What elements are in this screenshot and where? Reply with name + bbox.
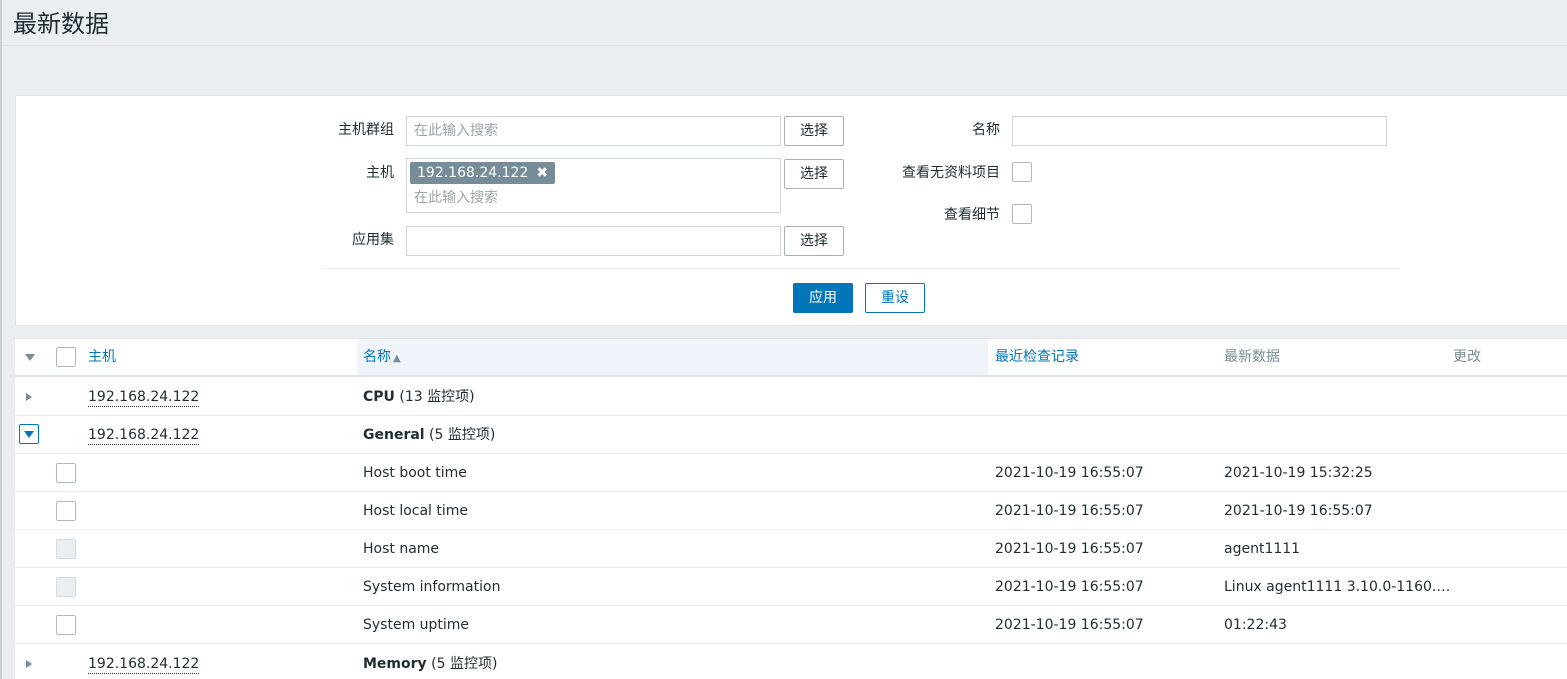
filter-panel: 主机群组 选择 主机 192.168.24.122 ✖ 在此输入搜索 选择 应用… bbox=[15, 95, 1567, 326]
item-last-value: 01:22:43 bbox=[1224, 617, 1287, 633]
item-name: Host local time bbox=[363, 503, 469, 519]
table-row-item: Host name 2021-10-19 16:55:07 agent1111 bbox=[15, 530, 1567, 568]
host-group-input[interactable] bbox=[406, 116, 781, 146]
reset-button[interactable]: 重设 bbox=[865, 283, 925, 313]
item-name: Host name bbox=[363, 541, 440, 557]
item-checkbox[interactable] bbox=[56, 463, 76, 483]
header-name[interactable]: 名称 ▲ bbox=[363, 347, 401, 369]
header-name-label: 名称 bbox=[363, 349, 391, 365]
expand-icon[interactable] bbox=[26, 660, 32, 668]
item-name: Host boot time bbox=[363, 465, 467, 481]
host-chip-label: 192.168.24.122 bbox=[417, 165, 529, 181]
item-checkbox-disabled bbox=[56, 577, 76, 597]
collapse-icon[interactable] bbox=[19, 424, 39, 444]
header-last-value: 最新数据 bbox=[1224, 349, 1280, 365]
show-details-checkbox[interactable] bbox=[1012, 204, 1032, 224]
application-name: General bbox=[363, 427, 425, 443]
header-change: 更改 bbox=[1453, 349, 1481, 365]
item-last-value: 2021-10-19 16:55:07 bbox=[1224, 503, 1373, 519]
application-count: (5 监控项) bbox=[424, 427, 496, 443]
application-select-button[interactable]: 选择 bbox=[784, 226, 844, 256]
row-application: Memory (5 监控项) bbox=[363, 645, 497, 679]
row-host-link[interactable]: 192.168.24.122 bbox=[88, 388, 200, 407]
item-last-check: 2021-10-19 16:55:07 bbox=[995, 579, 1144, 595]
host-label: 主机 bbox=[366, 165, 394, 181]
item-last-value: agent1111 bbox=[1224, 541, 1301, 557]
sorted-column-highlight bbox=[357, 339, 988, 375]
item-name: System information bbox=[363, 579, 501, 595]
host-group-label: 主机群组 bbox=[338, 122, 394, 138]
application-label: 应用集 bbox=[352, 232, 394, 248]
table-row-group-memory: 192.168.24.122 Memory (5 监控项) bbox=[15, 645, 1567, 679]
host-group-select-button[interactable]: 选择 bbox=[784, 116, 844, 146]
show-without-data-checkbox[interactable] bbox=[1012, 162, 1032, 182]
item-last-value: 2021-10-19 15:32:25 bbox=[1224, 465, 1373, 481]
table-row-item: Host boot time 2021-10-19 16:55:07 2021-… bbox=[15, 454, 1567, 492]
table-header: 主机 名称 ▲ 最近检查记录 最新数据 更改 bbox=[15, 339, 1567, 377]
table-row-item: Host local time 2021-10-19 16:55:07 2021… bbox=[15, 492, 1567, 530]
apply-button[interactable]: 应用 bbox=[793, 283, 853, 313]
name-input[interactable] bbox=[1012, 116, 1387, 146]
host-select-button[interactable]: 选择 bbox=[784, 159, 844, 189]
application-name: CPU bbox=[363, 389, 395, 405]
host-multiselect[interactable]: 192.168.24.122 ✖ 在此输入搜索 bbox=[406, 158, 781, 213]
host-search-placeholder[interactable]: 在此输入搜索 bbox=[414, 188, 498, 208]
filter-divider bbox=[321, 268, 1400, 269]
item-last-check: 2021-10-19 16:55:07 bbox=[995, 541, 1144, 557]
collapse-all-icon[interactable] bbox=[25, 354, 35, 361]
select-all-checkbox[interactable] bbox=[56, 347, 76, 367]
application-count: (13 监控项) bbox=[394, 389, 475, 405]
title-divider bbox=[2, 45, 1567, 46]
item-last-value: Linux agent1111 3.10.0-1160.… bbox=[1224, 579, 1451, 595]
table-row-group-cpu: 192.168.24.122 CPU (13 监控项) bbox=[15, 378, 1567, 416]
expand-icon[interactable] bbox=[26, 393, 32, 401]
application-name: Memory bbox=[363, 656, 427, 672]
header-host[interactable]: 主机 bbox=[88, 347, 116, 367]
item-last-check: 2021-10-19 16:55:07 bbox=[995, 465, 1144, 481]
header-last-check[interactable]: 最近检查记录 bbox=[995, 347, 1079, 367]
page-title: 最新数据 bbox=[13, 10, 109, 38]
remove-chip-icon[interactable]: ✖ bbox=[536, 162, 548, 184]
item-checkbox[interactable] bbox=[56, 615, 76, 635]
show-details-label: 查看细节 bbox=[944, 207, 1000, 223]
name-label: 名称 bbox=[972, 122, 1000, 138]
item-last-check: 2021-10-19 16:55:07 bbox=[995, 617, 1144, 633]
table-row-item: System information 2021-10-19 16:55:07 L… bbox=[15, 568, 1567, 606]
row-host-link[interactable]: 192.168.24.122 bbox=[88, 426, 200, 445]
application-count: (5 监控项) bbox=[426, 656, 498, 672]
show-without-data-label: 查看无资料项目 bbox=[902, 165, 1000, 181]
table-row-group-general: 192.168.24.122 General (5 监控项) bbox=[15, 416, 1567, 454]
item-checkbox[interactable] bbox=[56, 501, 76, 521]
row-application: General (5 监控项) bbox=[363, 416, 495, 454]
item-last-check: 2021-10-19 16:55:07 bbox=[995, 503, 1144, 519]
latest-data-table: 主机 名称 ▲ 最近检查记录 最新数据 更改 192.168.24.122 CPU… bbox=[15, 338, 1567, 679]
application-input[interactable] bbox=[406, 226, 781, 256]
row-host-link[interactable]: 192.168.24.122 bbox=[88, 655, 200, 674]
left-edge-border bbox=[0, 0, 2, 679]
item-name: System uptime bbox=[363, 617, 470, 633]
row-application: CPU (13 监控项) bbox=[363, 378, 475, 416]
sort-ascending-icon: ▲ bbox=[393, 353, 401, 364]
item-checkbox-disabled bbox=[56, 539, 76, 559]
host-chip: 192.168.24.122 ✖ bbox=[410, 162, 556, 184]
table-row-item: System uptime 2021-10-19 16:55:07 01:22:… bbox=[15, 606, 1567, 644]
